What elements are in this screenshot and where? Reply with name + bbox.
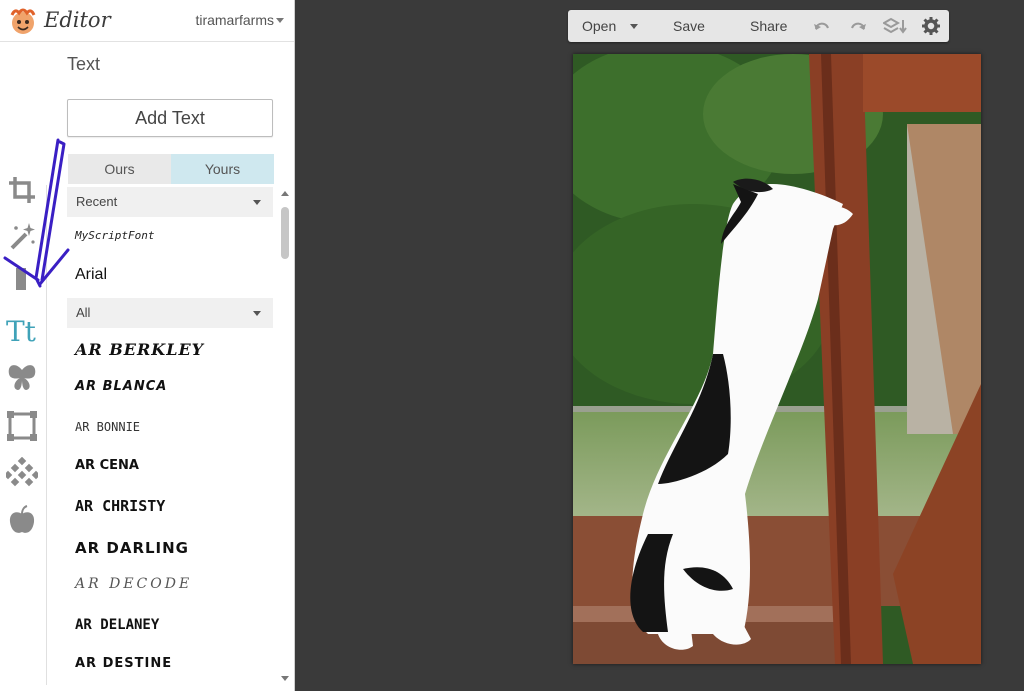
add-text-button[interactable]: Add Text [67, 99, 273, 137]
font-item-arial[interactable]: Arial [75, 266, 270, 284]
pen-icon[interactable] [6, 266, 38, 298]
all-dropdown[interactable]: All [67, 298, 273, 328]
scroll-down-icon[interactable] [281, 676, 289, 681]
font-list-scrollbar[interactable] [279, 187, 291, 687]
frame-icon[interactable] [6, 410, 38, 442]
font-item-ar-delaney[interactable]: AR DELANEY [75, 617, 270, 633]
chevron-down-icon[interactable] [630, 24, 638, 29]
chevron-down-icon [253, 311, 261, 316]
editor-toolbar: Open Save Share [568, 10, 949, 42]
tab-yours[interactable]: Yours [171, 154, 274, 184]
crop-icon[interactable] [6, 174, 38, 206]
apple-icon[interactable] [6, 504, 38, 536]
share-button[interactable]: Share [750, 10, 787, 42]
texture-icon[interactable] [6, 457, 38, 489]
scroll-up-icon[interactable] [281, 191, 289, 196]
font-item-ar-bonnie[interactable]: AR BONNIE [75, 420, 270, 434]
recent-dropdown-value: Recent [76, 194, 118, 209]
scrollbar-thumb[interactable] [281, 207, 289, 259]
magic-wand-icon[interactable] [6, 220, 38, 252]
top-bar: Editor tiramarfarms [0, 0, 294, 42]
layers-icon[interactable] [883, 17, 907, 35]
section-title: Text [67, 54, 101, 74]
all-dropdown-value: All [76, 305, 91, 320]
font-item-ar-blanca[interactable]: AR BLANCA [75, 379, 270, 394]
chevron-down-icon[interactable] [276, 18, 284, 23]
undo-icon[interactable] [813, 17, 831, 35]
rail-divider [46, 185, 47, 685]
account-menu[interactable]: tiramarfarms [195, 12, 274, 28]
svg-text:Tt: Tt [6, 315, 37, 346]
save-button[interactable]: Save [673, 10, 705, 42]
logo-icon[interactable] [6, 6, 40, 36]
font-item-ar-decode[interactable]: AR DECODE [75, 576, 270, 592]
font-item-ar-destine[interactable]: AR DESTINE [75, 656, 270, 671]
editor-panel: Editor tiramarfarms Tt Text Add Text Our… [0, 0, 295, 691]
font-item-ar-christy[interactable]: AR CHRISTY [75, 497, 270, 515]
tab-ours[interactable]: Ours [68, 154, 171, 184]
text-icon[interactable]: Tt [6, 314, 42, 346]
chevron-down-icon [253, 200, 261, 205]
open-button[interactable]: Open [582, 10, 616, 42]
butterfly-icon[interactable] [6, 362, 38, 394]
recent-dropdown[interactable]: Recent [67, 187, 273, 217]
gear-icon[interactable] [922, 17, 940, 35]
app-name: Editor [44, 8, 111, 32]
redo-icon[interactable] [849, 17, 867, 35]
font-item-myscriptfont[interactable]: MyScriptFont [75, 229, 270, 242]
font-item-ar-cena[interactable]: AR CENA [75, 458, 270, 473]
font-item-ar-berkley[interactable]: AR BERKLEY [75, 340, 270, 359]
font-item-ar-darling[interactable]: AR DARLING [75, 539, 270, 557]
canvas-photo[interactable] [573, 54, 981, 664]
